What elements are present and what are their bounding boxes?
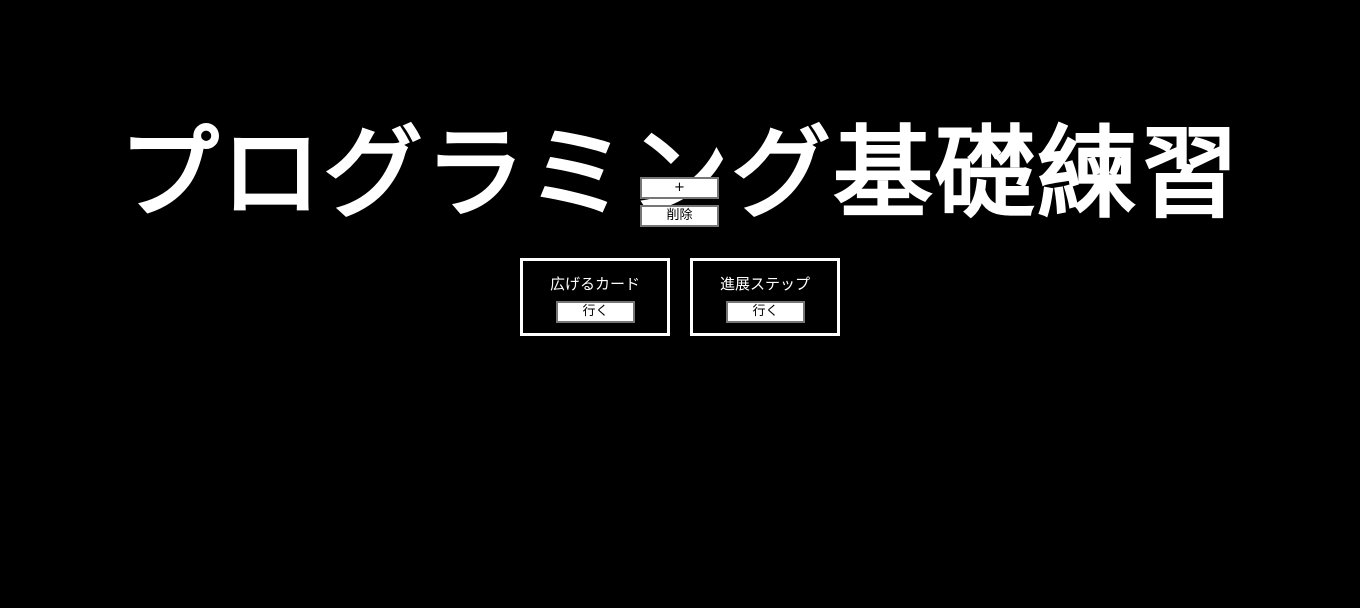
card-title: 広げるカード (549, 275, 640, 293)
card-expanding: 広げるカード 行く (520, 258, 670, 336)
add-card-button[interactable]: + (640, 177, 719, 199)
card-title: 進展ステップ (719, 275, 810, 293)
card-go-button[interactable]: 行く (726, 301, 805, 323)
card-go-button[interactable]: 行く (556, 301, 635, 323)
card-progress-steps: 進展ステップ 行く (690, 258, 840, 336)
page: プログラミング基礎練習 + 削除 広げるカード 行く 進展ステップ 行く (0, 0, 1360, 608)
delete-card-button[interactable]: 削除 (640, 205, 719, 227)
